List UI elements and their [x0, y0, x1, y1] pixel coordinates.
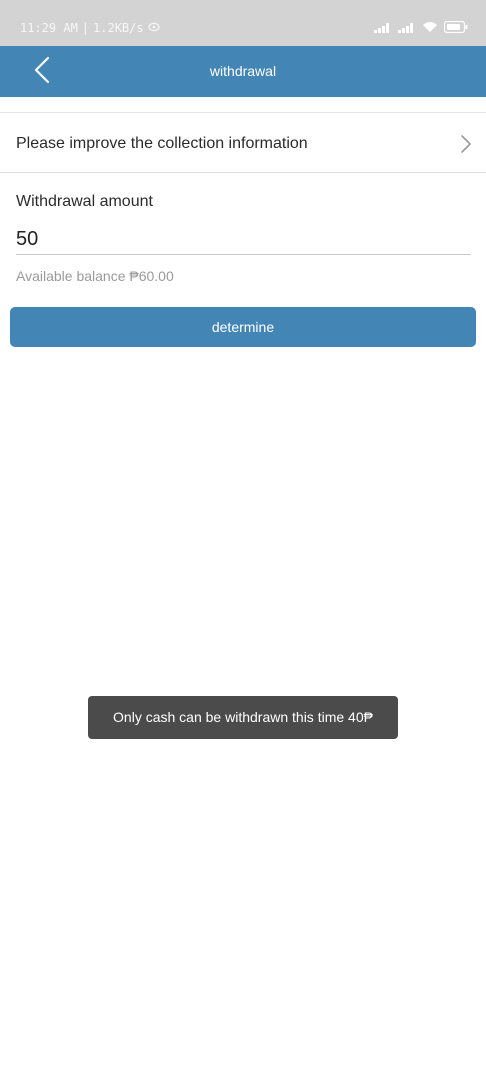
battery-icon: [443, 20, 468, 38]
collection-info-label: Please improve the collection informatio…: [16, 135, 308, 152]
status-separator: |: [81, 21, 90, 35]
status-right: [374, 20, 468, 38]
withdrawal-amount-input[interactable]: [16, 225, 471, 255]
page-title: withdrawal: [209, 63, 277, 79]
chevron-right-icon: [460, 134, 472, 159]
notification-icon: [148, 21, 160, 35]
collection-info-row[interactable]: Please improve the collection informatio…: [0, 114, 486, 173]
status-bar: 11:29 AM | 1.2KB/s: [0, 0, 486, 46]
signal-icon: [374, 20, 392, 38]
status-time: 11:29 AM: [20, 21, 78, 35]
toast-message: Only cash can be withdrawn this time 40₱: [88, 696, 398, 739]
withdrawal-amount-label: Withdrawal amount: [16, 193, 153, 210]
available-balance: Available balance ₱60.00: [16, 268, 174, 284]
status-left: 11:29 AM | 1.2KB/s: [20, 21, 160, 35]
status-network-speed: 1.2KB/s: [93, 21, 144, 35]
app-header: withdrawal: [0, 46, 486, 97]
determine-button[interactable]: determine: [10, 307, 476, 347]
header-spacer: [0, 97, 486, 113]
wifi-icon: [422, 20, 438, 38]
signal-icon: [398, 20, 416, 38]
